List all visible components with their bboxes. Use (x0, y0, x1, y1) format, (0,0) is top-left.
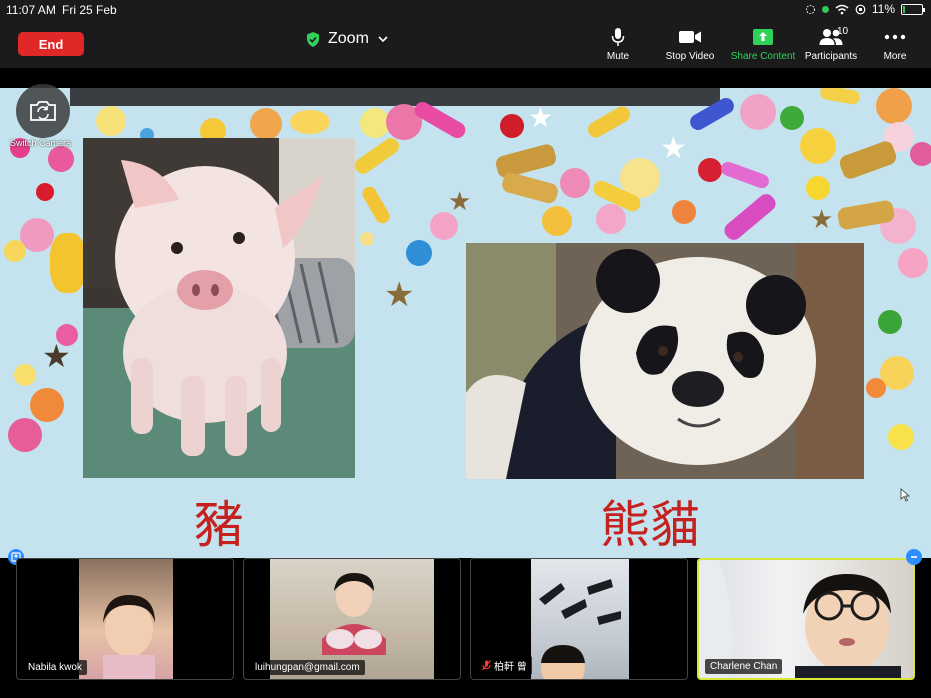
ribbon (585, 103, 633, 141)
status-bar: 11:07 AM Fri 25 Feb 11% (0, 0, 931, 20)
meeting-title-dropdown[interactable]: Zoom (306, 30, 389, 48)
participant-name: Charlene Chan (705, 659, 783, 674)
stop-video-label: Stop Video (665, 51, 715, 62)
ribbon (721, 190, 779, 244)
more-label: More (883, 51, 907, 62)
camera-switch-icon (30, 101, 56, 121)
confetti (800, 128, 836, 164)
caption-pig: 豬 (194, 496, 244, 554)
status-date: Fri 25 Feb (62, 3, 117, 17)
confetti (360, 232, 374, 246)
mute-label: Mute (606, 51, 630, 62)
battery-icon (901, 3, 925, 15)
star-decoration: ★ (660, 132, 687, 165)
confetti (500, 114, 524, 138)
mouse-cursor-icon (900, 488, 910, 502)
video-tile-1[interactable]: Nabila kwok (16, 558, 234, 680)
participant-name: Nabila kwok (23, 660, 87, 675)
chevron-down-icon (378, 36, 388, 43)
confetti (14, 364, 36, 386)
switch-camera-button[interactable] (16, 84, 70, 138)
video-camera-icon (679, 31, 701, 43)
star-decoration: ★ (448, 186, 472, 216)
pig-photo (83, 138, 355, 478)
airplay-icon (805, 4, 815, 14)
orientation-lock-icon (855, 4, 866, 14)
minimize-gallery-icon[interactable] (906, 549, 922, 565)
confetti (698, 158, 722, 182)
star-decoration: ★ (42, 338, 71, 374)
ribbon (351, 135, 403, 177)
muted-microphone-icon (482, 660, 491, 671)
switch-camera-label: Switch Camera (10, 138, 72, 148)
video-tile-3[interactable]: 柏軒 曾 (470, 558, 688, 680)
confetti (430, 212, 458, 240)
confetti (878, 310, 902, 334)
confetti (866, 378, 886, 398)
battery-percent: 11% (871, 2, 895, 16)
star-decoration: ★ (528, 102, 554, 133)
more-button[interactable]: More (855, 26, 931, 62)
ribbon (494, 142, 558, 180)
shared-content: ★ ★ ★ ★ ★ ★ 豬 熊貓 (0, 88, 931, 558)
battery-level-fill (903, 5, 905, 13)
ribbon (719, 159, 771, 191)
shared-content-top-bar (70, 88, 720, 106)
confetti (8, 418, 42, 452)
participants-count: 10 (837, 26, 849, 37)
camera-in-use-icon (821, 5, 829, 13)
confetti (806, 176, 830, 200)
confetti (672, 200, 696, 224)
gallery-strip: Nabila kwok luihungpan@gmail.com 柏軒 曾 Ch… (0, 549, 931, 698)
video-tile-2[interactable]: luihungpan@gmail.com (243, 558, 461, 680)
meeting-toolbar: End Zoom Mute Stop Video Share Content 1… (0, 20, 931, 68)
confetti (4, 240, 26, 262)
confetti (910, 142, 931, 166)
status-indicators: 11% (805, 2, 925, 16)
star-decoration: ★ (810, 204, 834, 234)
confetti (406, 240, 432, 266)
confetti (898, 248, 928, 278)
share-screen-icon (753, 29, 773, 45)
caption-panda: 熊貓 (600, 496, 700, 554)
stop-video-button[interactable]: Stop Video (650, 26, 730, 62)
confetti (96, 106, 126, 136)
ribbon (837, 139, 899, 181)
confetti (30, 388, 64, 422)
confetti (48, 146, 74, 172)
wifi-icon (835, 4, 849, 14)
confetti (780, 106, 804, 130)
microphone-icon (611, 28, 625, 46)
ribbon (359, 184, 393, 226)
participant-name: 柏軒 曾 (477, 656, 532, 675)
confetti (740, 94, 776, 130)
participant-video (531, 559, 629, 679)
confetti (876, 88, 912, 124)
panda-photo (466, 243, 864, 479)
more-dots-icon (884, 34, 906, 40)
confetti (290, 110, 330, 134)
participant-video (79, 559, 173, 679)
confetti (596, 204, 626, 234)
participant-name: luihungpan@gmail.com (250, 660, 365, 675)
confetti (50, 233, 86, 293)
confetti (36, 183, 54, 201)
star-decoration: ★ (384, 276, 415, 314)
confetti (888, 424, 914, 450)
ribbon (500, 171, 560, 205)
ribbon (819, 88, 861, 106)
confetti (542, 206, 572, 236)
mute-button[interactable]: Mute (578, 26, 658, 62)
end-meeting-button[interactable]: End (18, 32, 84, 56)
video-tile-4-active-speaker[interactable]: Charlene Chan (697, 558, 915, 680)
security-shield-icon (307, 31, 319, 47)
status-time: 11:07 AM (6, 3, 56, 17)
confetti (560, 168, 590, 198)
confetti (250, 108, 282, 140)
meeting-title: Zoom (328, 30, 369, 47)
